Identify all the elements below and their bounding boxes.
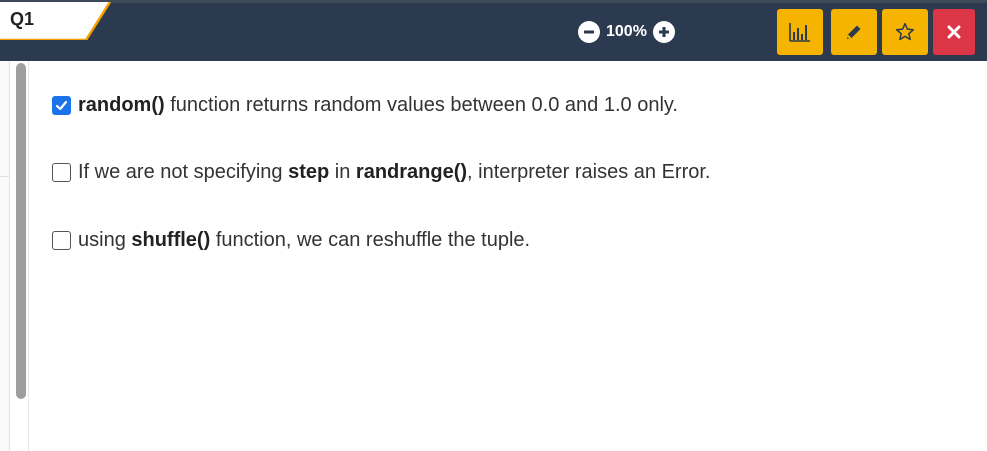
bar-chart-icon — [789, 23, 810, 42]
scrollbar-thumb[interactable] — [16, 63, 26, 399]
left-panel-divider — [0, 176, 10, 177]
option-1[interactable]: random() function returns random values … — [52, 94, 678, 117]
option-3[interactable]: using shuffle() function, we can reshuff… — [52, 229, 530, 252]
zoom-in-button[interactable] — [652, 21, 675, 43]
option-2-code: randrange() — [355, 161, 468, 183]
minus-icon — [584, 30, 594, 34]
close-icon — [947, 25, 961, 39]
zoom-control: 100% — [578, 19, 675, 45]
option-2-text-a: If we are not specifying — [78, 161, 289, 183]
star-icon — [895, 22, 915, 41]
option-1-checkbox[interactable] — [52, 96, 71, 115]
option-1-label: random() function returns random values … — [78, 94, 678, 117]
option-3-text-b: function, we can reshuffle the tuple. — [210, 229, 531, 251]
option-3-label: using shuffle() function, we can reshuff… — [78, 229, 530, 252]
close-button[interactable] — [933, 9, 975, 55]
option-1-code: random() — [78, 94, 165, 116]
zoom-out-button[interactable] — [578, 21, 600, 43]
plus-icon — [658, 27, 669, 37]
option-3-text-a: using — [78, 229, 132, 251]
option-2-text-b: in — [329, 161, 356, 183]
pencil-icon — [847, 25, 861, 39]
checkmark-icon — [55, 100, 68, 111]
question-tab-label: Q1 — [10, 9, 35, 29]
zoom-level: 100% — [606, 23, 647, 40]
top-bar-border — [0, 0, 987, 3]
question-tab[interactable]: Q1 — [0, 2, 112, 40]
option-1-text: function returns random values between 0… — [164, 94, 678, 116]
favorite-button[interactable] — [882, 9, 928, 55]
option-2-keyword: step — [288, 161, 330, 183]
option-2[interactable]: If we are not specifying step in randran… — [52, 161, 710, 184]
option-3-code: shuffle() — [131, 229, 211, 251]
option-3-checkbox[interactable] — [52, 231, 71, 250]
left-panel — [0, 61, 10, 451]
option-2-checkbox[interactable] — [52, 163, 71, 182]
option-2-label: If we are not specifying step in randran… — [78, 161, 710, 184]
stats-button[interactable] — [777, 9, 823, 55]
option-2-text-c: , interpreter raises an Error. — [467, 161, 711, 183]
edit-button[interactable] — [831, 9, 877, 55]
